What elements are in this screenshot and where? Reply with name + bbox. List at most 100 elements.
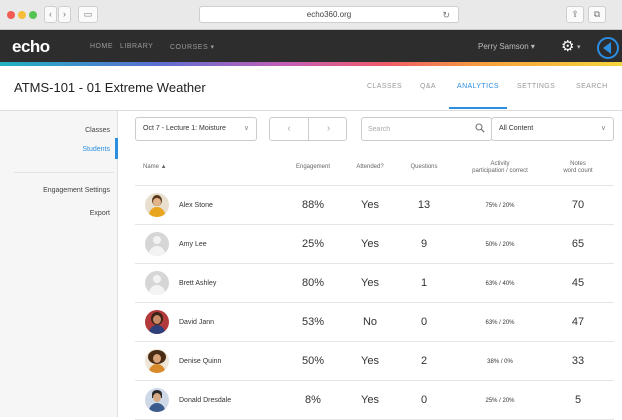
header-activity-line1: Activity [490,161,510,167]
activity-value: 75% / 20% [485,203,515,209]
content-select-value: All Content [499,125,534,132]
table-row[interactable]: Donald Dresdale 8% Yes 0 25% / 20% 5 [135,381,614,420]
header-notes-line2: word count [563,168,593,174]
tab-search[interactable]: SEARCH [576,83,608,90]
header-name[interactable]: Name ▲ [143,164,167,171]
tab-classes[interactable]: CLASSES [367,83,402,90]
header-notes[interactable]: Notes word count [549,161,607,175]
sidebar-item-export[interactable]: Export [90,210,110,217]
sidebar [0,111,118,417]
engagement-value: 53% [301,316,325,328]
next-lecture-button[interactable]: › [309,118,348,140]
chevron-down-icon: ∨ [600,125,606,132]
minimize-window-button[interactable] [18,11,26,19]
notes-value: 5 [574,394,582,406]
close-window-button[interactable] [7,11,15,19]
header-notes-line1: Notes [570,161,586,167]
header-questions[interactable]: Questions [399,164,449,171]
filter-bar: Oct 7 - Lecture 1: Moisture ∨ ‹ › All Co… [135,117,614,141]
activity-value: 38% / 0% [487,359,513,365]
avatar [145,271,169,295]
engagement-value: 25% [301,238,325,250]
student-name: Alex Stone [179,202,213,209]
notes-value: 47 [571,316,585,328]
collapse-panel-icon[interactable] [597,37,619,59]
student-name: David Jann [179,319,215,326]
new-tab-button[interactable]: ⧉ [588,6,606,23]
engagement-value: 8% [305,394,321,406]
back-button[interactable]: ‹ [44,6,57,23]
table-row[interactable]: Brett Ashley 80% Yes 1 63% / 40% 45 [135,264,614,303]
top-nav: echo HOME LIBRARY COURSES ▾ Perry Samson… [0,30,622,66]
avatar [145,310,169,334]
table-row[interactable]: Alex Stone 88% Yes 13 75% / 20% 70 [135,186,614,225]
tab-settings[interactable]: SETTINGS [517,83,555,90]
sidebar-toggle-button[interactable]: ▭ [78,6,98,23]
table-row[interactable]: Denise Quinn 50% Yes 2 38% / 0% 33 [135,342,614,381]
search-box [361,117,492,141]
chevron-down-icon: ∨ [243,125,249,132]
students-table: Name ▲ Engagement Attended? Questions Ac… [135,152,614,420]
maximize-window-button[interactable] [29,11,37,19]
questions-value: 13 [417,199,431,211]
attended-value: No [362,316,378,328]
forward-button[interactable]: › [58,6,71,23]
notes-value: 65 [571,238,585,250]
search-input[interactable] [368,123,468,136]
course-title: ATMS-101 - 01 Extreme Weather [14,80,206,95]
lecture-select[interactable]: Oct 7 - Lecture 1: Moisture ∨ [135,117,257,141]
student-name: Amy Lee [179,241,207,248]
nav-courses[interactable]: COURSES ▾ [170,43,215,51]
attended-value: Yes [361,355,379,367]
questions-value: 0 [420,394,428,406]
chevron-down-icon[interactable]: ▾ [577,43,581,51]
student-name: Donald Dresdale [179,397,232,404]
sidebar-divider [14,172,114,173]
previous-lecture-button[interactable]: ‹ [270,118,309,140]
engagement-value: 88% [301,199,325,211]
browser-chrome: ‹ › ▭ echo360.org ↻ ⇪ ⧉ [0,0,622,30]
nav-library[interactable]: LIBRARY [120,43,153,50]
user-menu[interactable]: Perry Samson ▾ [478,42,535,51]
echo-logo[interactable]: echo [12,37,50,57]
sidebar-item-students[interactable]: Students [82,146,110,153]
table-row[interactable]: David Jann 53% No 0 63% / 20% 47 [135,303,614,342]
activity-value: 25% / 20% [485,398,515,404]
attended-value: Yes [361,394,379,406]
content-select[interactable]: All Content ∨ [491,117,614,141]
table-header: Name ▲ Engagement Attended? Questions Ac… [135,152,614,186]
student-name: Brett Ashley [179,280,217,287]
activity-value: 63% / 40% [485,281,515,287]
header-activity[interactable]: Activity participation / correct [455,161,545,175]
tab-qa[interactable]: Q&A [420,83,436,90]
header-engagement[interactable]: Engagement [285,164,341,171]
questions-value: 2 [420,355,428,367]
address-bar[interactable]: echo360.org ↻ [199,6,459,23]
sidebar-item-classes[interactable]: Classes [85,127,110,134]
engagement-value: 80% [301,277,325,289]
header-activity-line2: participation / correct [472,168,528,174]
activity-value: 50% / 20% [485,242,515,248]
attended-value: Yes [361,238,379,250]
sidebar-item-engagement-settings[interactable]: Engagement Settings [43,187,110,194]
reload-icon[interactable]: ↻ [442,8,450,23]
notes-value: 33 [571,355,585,367]
tab-analytics[interactable]: ANALYTICS [457,83,499,90]
engagement-value: 50% [301,355,325,367]
questions-value: 9 [420,238,428,250]
header-attended[interactable]: Attended? [345,164,395,171]
avatar [145,193,169,217]
lecture-select-value: Oct 7 - Lecture 1: Moisture [143,125,226,132]
avatar [145,232,169,256]
nav-home[interactable]: HOME [90,43,113,50]
table-row[interactable]: Amy Lee 25% Yes 9 50% / 20% 65 [135,225,614,264]
search-icon[interactable] [475,123,485,133]
share-button[interactable]: ⇪ [566,6,584,23]
lecture-pager: ‹ › [269,117,347,141]
gear-icon[interactable]: ⚙ [561,37,574,55]
notes-value: 70 [571,199,585,211]
attended-value: Yes [361,277,379,289]
url-text: echo360.org [306,10,352,19]
avatar [145,388,169,412]
course-header: ATMS-101 - 01 Extreme Weather CLASSES Q&… [0,66,622,111]
